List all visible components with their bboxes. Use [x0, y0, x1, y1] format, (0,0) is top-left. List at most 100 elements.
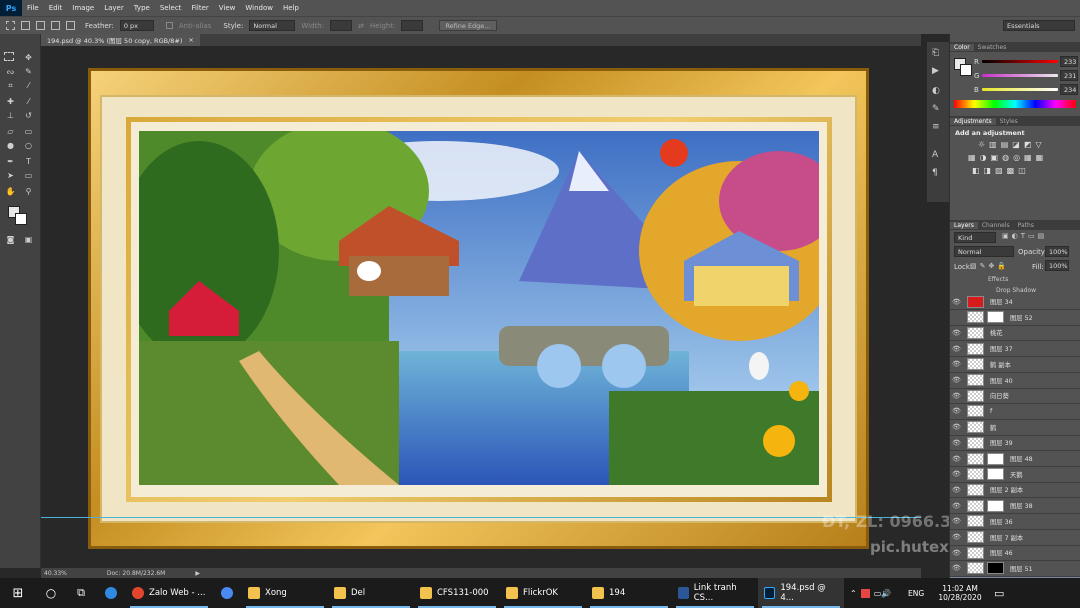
layer-mask-thumbnail[interactable]: [987, 452, 1004, 465]
clock[interactable]: 11:02 AM 10/28/2020: [932, 578, 988, 608]
eyedropper-icon[interactable]: ⁄: [22, 80, 35, 91]
search-icon[interactable]: ○: [36, 578, 66, 608]
refine-edge-button[interactable]: Refine Edge...: [439, 20, 497, 31]
quick-select-icon[interactable]: ✎: [22, 66, 35, 77]
stamp-icon[interactable]: ⊥: [4, 110, 17, 121]
lasso-icon[interactable]: ᔓ: [4, 66, 17, 77]
start-button[interactable]: ⊞: [0, 578, 36, 608]
screen-mode-icon[interactable]: ▣: [22, 234, 35, 245]
layer-row[interactable]: 👁 图层 2 副本: [950, 482, 1080, 499]
brush-icon[interactable]: ⁄: [22, 96, 35, 107]
gradient-icon[interactable]: ▭: [22, 126, 35, 137]
antialias-checkbox[interactable]: [165, 22, 173, 29]
dodge-icon[interactable]: ○: [22, 140, 35, 151]
add-selection-icon[interactable]: [36, 21, 45, 30]
task-view-icon[interactable]: ⧉: [66, 578, 96, 608]
menu-window[interactable]: Window: [240, 4, 278, 12]
filter-icons[interactable]: ▣◐T▭▤: [1002, 232, 1047, 240]
taskbar-zalo[interactable]: Zalo Web - ...: [126, 578, 212, 608]
healing-icon[interactable]: ✚: [4, 96, 17, 107]
tab-paths[interactable]: Paths: [1014, 222, 1038, 229]
layer-mask-thumbnail[interactable]: [987, 468, 1004, 481]
menu-select[interactable]: Select: [155, 4, 187, 12]
menu-filter[interactable]: Filter: [186, 4, 213, 12]
path-select-icon[interactable]: ➤: [4, 170, 17, 181]
eye-icon[interactable]: 👁: [950, 407, 963, 415]
taskbar-word[interactable]: Link tranh CS...: [672, 578, 758, 608]
height-input[interactable]: [401, 20, 424, 31]
r-value[interactable]: 233: [1060, 56, 1078, 67]
eye-icon[interactable]: 👁: [950, 455, 963, 463]
eye-icon[interactable]: 👁: [950, 423, 963, 431]
eye-icon[interactable]: 👁: [950, 517, 963, 525]
layer-row[interactable]: 👁 桃花: [950, 325, 1080, 342]
g-slider[interactable]: [982, 74, 1058, 77]
taskbar-xong[interactable]: Xong: [242, 578, 328, 608]
style-select[interactable]: Normal: [249, 20, 296, 31]
language-indicator[interactable]: ENG: [902, 578, 932, 608]
menu-image[interactable]: Image: [67, 4, 99, 12]
layer-row[interactable]: 👁 f: [950, 404, 1080, 420]
layer-row[interactable]: 👁 向日葵: [950, 388, 1080, 405]
menu-view[interactable]: View: [214, 4, 241, 12]
adjust-panel-icon[interactable]: ◐: [932, 86, 940, 96]
taskbar-del[interactable]: Del: [328, 578, 414, 608]
opacity-input[interactable]: 100%: [1045, 246, 1069, 257]
new-selection-icon[interactable]: [21, 21, 30, 30]
menu-file[interactable]: File: [22, 4, 44, 12]
eye-icon[interactable]: 👁: [950, 392, 963, 400]
taskbar-cfs[interactable]: CFS131-000: [414, 578, 500, 608]
tab-styles[interactable]: Styles: [996, 118, 1022, 125]
paragraph-icon[interactable]: ¶: [932, 168, 938, 178]
subtract-selection-icon[interactable]: [51, 21, 60, 30]
swap-icon[interactable]: ⇄: [358, 22, 364, 30]
workspace-select[interactable]: Essentials: [1003, 20, 1075, 31]
history-icon[interactable]: ⎗: [932, 48, 939, 58]
layer-row[interactable]: 👁 鹤 副本: [950, 357, 1080, 373]
blur-icon[interactable]: ●: [4, 140, 17, 151]
history-brush-icon[interactable]: ↺: [22, 110, 35, 121]
shape-icon[interactable]: ▭: [22, 170, 35, 181]
zoom-icon[interactable]: ⚲: [22, 186, 35, 197]
lock-icons[interactable]: ▨✎✥🔒: [970, 262, 1009, 270]
status-arrow-icon[interactable]: ▶: [195, 570, 200, 577]
eye-icon[interactable]: 👁: [950, 486, 963, 494]
layer-row[interactable]: 图层 52: [950, 310, 1080, 326]
feather-input[interactable]: 0 px: [119, 20, 154, 31]
b-slider[interactable]: [982, 88, 1058, 91]
actions-icon[interactable]: ▶: [932, 66, 939, 76]
eye-icon[interactable]: 👁: [950, 345, 963, 353]
b-value[interactable]: 234: [1060, 84, 1078, 95]
eye-icon[interactable]: 👁: [950, 470, 963, 478]
layer-mask-thumbnail[interactable]: [987, 311, 1004, 324]
edge-icon[interactable]: [96, 578, 126, 608]
layer-row[interactable]: 👁 图层 37: [950, 341, 1080, 358]
eraser-icon[interactable]: ▱: [4, 126, 17, 137]
eye-icon[interactable]: 👁: [950, 298, 963, 306]
eye-icon[interactable]: 👁: [950, 329, 963, 337]
pen-icon[interactable]: ✒: [4, 156, 17, 167]
menu-edit[interactable]: Edit: [44, 4, 68, 12]
taskbar-194[interactable]: 194: [586, 578, 672, 608]
zoom-level[interactable]: 40.33%: [44, 570, 67, 577]
tab-color[interactable]: Color: [950, 43, 974, 51]
layer-row[interactable]: 👁 鹤: [950, 420, 1080, 436]
eye-icon[interactable]: 👁: [950, 360, 963, 368]
eye-icon[interactable]: 👁: [950, 564, 963, 572]
quick-mask-icon[interactable]: ◙: [4, 234, 17, 245]
layer-row[interactable]: 👁 图层 39: [950, 435, 1080, 452]
tab-adjustments[interactable]: Adjustments: [950, 117, 996, 125]
layer-mask-thumbnail[interactable]: [987, 562, 1004, 575]
fill-input[interactable]: 100%: [1045, 260, 1069, 271]
marquee-icon[interactable]: [4, 52, 14, 61]
layer-row[interactable]: 👁 图层 34: [950, 294, 1080, 310]
menu-layer[interactable]: Layer: [99, 4, 129, 12]
crop-icon[interactable]: ⌗: [4, 80, 17, 91]
layer-row[interactable]: 👁 图层 40: [950, 373, 1080, 389]
guide-line[interactable]: [41, 517, 921, 518]
adjustment-icons-row2[interactable]: ▦◑▣◍◎▦▦: [968, 153, 1047, 162]
eye-icon[interactable]: 👁: [950, 533, 963, 541]
tab-layers[interactable]: Layers: [950, 221, 978, 229]
properties-icon[interactable]: ≡: [932, 122, 940, 132]
eye-icon[interactable]: 👁: [950, 376, 963, 384]
